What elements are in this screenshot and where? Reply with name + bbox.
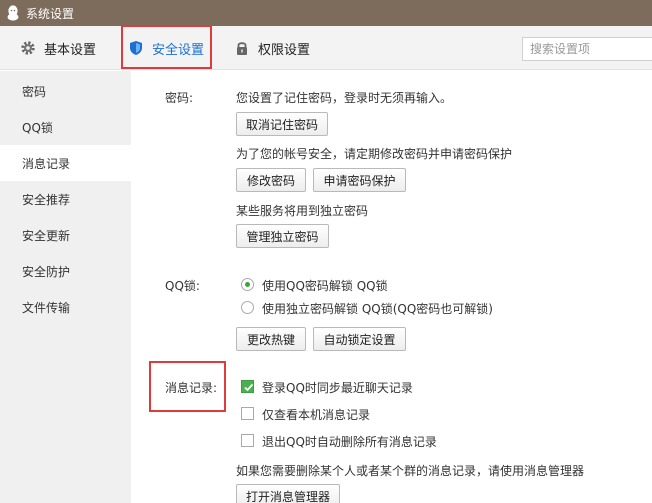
- radio-qq-password-unlock[interactable]: [241, 278, 254, 291]
- search-input[interactable]: [522, 37, 652, 61]
- sidebar: 密码 QQ锁 消息记录 安全推荐 安全更新 安全防护 文件传输: [0, 71, 131, 503]
- qq-penguin-icon: [6, 5, 20, 21]
- checkbox-label: 仅查看本机消息记录: [262, 408, 371, 422]
- sidebar-item-label: 安全推荐: [22, 192, 71, 207]
- message-manager-hint: 如果您需要删除某个人或者某个群的消息记录，请使用消息管理器: [236, 464, 585, 478]
- gear-icon: [20, 40, 36, 56]
- radio-label: 使用QQ密码解锁 QQ锁: [262, 279, 388, 293]
- sidebar-item-label: 消息记录: [22, 156, 71, 171]
- qqlock-section-label: QQ锁:: [165, 279, 200, 293]
- tab-security-settings[interactable]: 安全设置: [128, 26, 204, 70]
- lock-icon: [234, 40, 250, 56]
- window-title: 系统设置: [26, 6, 75, 21]
- checkbox-sync-recent-chats[interactable]: [241, 380, 254, 393]
- sidebar-item-label: QQ锁: [22, 120, 53, 135]
- password-remembered-text: 您设置了记住密码，登录时无须再输入。: [236, 91, 453, 105]
- radio-label: 使用独立密码解锁 QQ锁(QQ密码也可解锁): [262, 302, 493, 316]
- apply-password-protection-button[interactable]: 申请密码保护: [313, 168, 406, 192]
- password-advice-text: 为了您的帐号安全，请定期修改密码并申请密码保护: [236, 147, 513, 161]
- checkbox-label: 退出QQ时自动删除所有消息记录: [262, 435, 437, 449]
- shield-icon: [128, 40, 144, 56]
- messages-section-label: 消息记录:: [165, 381, 218, 395]
- tab-permission-settings[interactable]: 权限设置: [234, 26, 310, 70]
- manage-independent-password-button[interactable]: 管理独立密码: [236, 224, 329, 248]
- sidebar-item-security-recommend[interactable]: 安全推荐: [0, 181, 131, 217]
- sidebar-item-label: 密码: [22, 84, 47, 99]
- auto-lock-settings-button[interactable]: 自动锁定设置: [313, 327, 406, 351]
- tab-label: 权限设置: [258, 42, 311, 58]
- sidebar-item-messages[interactable]: 消息记录: [0, 145, 131, 181]
- checkbox-local-records-only[interactable]: [241, 407, 254, 420]
- change-hotkey-button[interactable]: 更改热键: [236, 327, 306, 351]
- tab-label: 安全设置: [152, 42, 205, 58]
- sidebar-item-security-update[interactable]: 安全更新: [0, 217, 131, 253]
- cancel-remember-password-button[interactable]: 取消记住密码: [236, 112, 328, 136]
- checkbox-label: 登录QQ时同步最近聊天记录: [262, 381, 413, 395]
- independent-password-text: 某些服务将用到独立密码: [236, 204, 369, 218]
- sidebar-item-security-protection[interactable]: 安全防护: [0, 253, 131, 289]
- checkbox-delete-on-exit[interactable]: [241, 434, 254, 447]
- sidebar-item-label: 安全防护: [22, 264, 71, 279]
- sidebar-item-file-transfer[interactable]: 文件传输: [0, 289, 131, 325]
- change-password-button[interactable]: 修改密码: [236, 168, 306, 192]
- title-bar: 系统设置: [0, 0, 652, 26]
- password-section-label: 密码:: [165, 91, 194, 105]
- tab-basic-settings[interactable]: 基本设置: [20, 26, 96, 70]
- sidebar-item-password[interactable]: 密码: [0, 73, 131, 109]
- sidebar-item-label: 安全更新: [22, 228, 71, 243]
- sidebar-item-qqlock[interactable]: QQ锁: [0, 109, 131, 145]
- sidebar-item-label: 文件传输: [22, 300, 71, 315]
- open-message-manager-button[interactable]: 打开消息管理器: [236, 484, 340, 503]
- radio-independent-password-unlock[interactable]: [241, 301, 254, 314]
- tab-label: 基本设置: [44, 42, 97, 58]
